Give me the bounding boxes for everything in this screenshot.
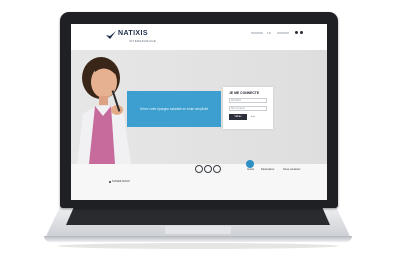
natixis-logo-icon bbox=[106, 31, 116, 39]
promo-banner[interactable]: Gérez votre épargne salariale en toute s… bbox=[127, 91, 221, 127]
linkedin-icon[interactable] bbox=[213, 165, 221, 173]
account-icon[interactable] bbox=[295, 31, 298, 34]
laptop-shadow bbox=[58, 243, 338, 249]
hero-banner: Gérez votre épargne salariale en toute s… bbox=[71, 50, 327, 164]
follow-us[interactable]: SUIVEZ-NOUS bbox=[109, 180, 130, 183]
login-title: JE ME CONNECTE bbox=[229, 91, 260, 95]
footer-link-partenaires[interactable]: Partenaires bbox=[261, 168, 274, 171]
follow-dot-icon bbox=[109, 180, 111, 183]
laptop-trackpad bbox=[165, 226, 231, 234]
login-panel: JE ME CONNECTE Identifiant Mot de passe … bbox=[223, 87, 273, 129]
laptop-keyboard bbox=[66, 207, 330, 225]
header-link[interactable] bbox=[251, 32, 263, 34]
menu-icon[interactable] bbox=[300, 31, 303, 34]
chat-icon[interactable] bbox=[246, 160, 254, 168]
brand-name[interactable]: NATIXIS bbox=[118, 30, 148, 37]
submit-button[interactable]: Valider bbox=[229, 114, 247, 120]
header-link[interactable] bbox=[277, 32, 289, 34]
brand-tagline: INTEREPARGNE bbox=[129, 39, 157, 43]
laptop-screen: NATIXIS INTEREPARGNE FR Gérez votre épar… bbox=[71, 24, 327, 200]
footer-link-acces[interactable]: Accès bbox=[247, 168, 254, 171]
footer-link-contact[interactable]: Nous contacter bbox=[283, 168, 300, 171]
password-field[interactable]: Mot de passe bbox=[229, 106, 267, 111]
follow-label: SUIVEZ-NOUS bbox=[112, 180, 130, 183]
site-footer: Accès Partenaires Nous contacter SUIVEZ-… bbox=[71, 164, 327, 200]
twitter-icon[interactable] bbox=[204, 165, 212, 173]
language-selector[interactable]: FR bbox=[267, 31, 271, 35]
site-header: NATIXIS INTEREPARGNE FR bbox=[71, 24, 327, 50]
identifier-field[interactable]: Identifiant bbox=[229, 98, 267, 103]
facebook-icon[interactable] bbox=[195, 165, 203, 173]
help-link[interactable]: Aide bbox=[251, 116, 255, 118]
promo-text: Gérez votre épargne salariale en toute s… bbox=[139, 106, 209, 111]
laptop-front-edge bbox=[44, 236, 352, 242]
